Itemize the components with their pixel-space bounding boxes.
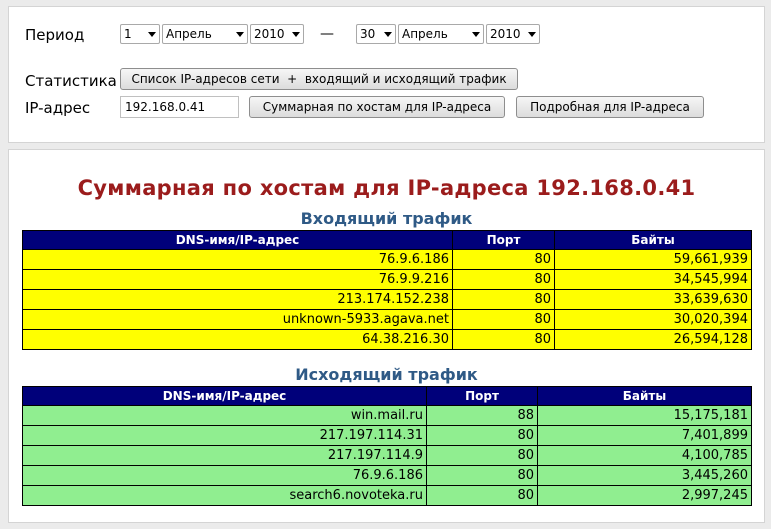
host-cell: search6.novoteka.ru bbox=[22, 485, 427, 506]
table-row: unknown-5933.agava.net 80 30,020,394 bbox=[22, 309, 752, 330]
table-header-row: DNS-имя/IP-адрес Порт Байты bbox=[22, 386, 752, 406]
table-row: search6.novoteka.ru 80 2,997,245 bbox=[22, 485, 752, 506]
chevron-down-icon bbox=[148, 32, 156, 37]
port-cell: 80 bbox=[452, 329, 555, 350]
bytes-cell: 33,639,630 bbox=[554, 289, 752, 310]
table-row: 217.197.114.31 80 7,401,899 bbox=[22, 425, 752, 446]
table-header-row: DNS-имя/IP-адрес Порт Байты bbox=[22, 230, 752, 250]
port-cell: 80 bbox=[426, 445, 538, 466]
filter-panel: Период 1 Апрель 2010 — 30 Апрель 2010 Ст… bbox=[8, 6, 765, 143]
from-month-select[interactable]: Апрель bbox=[162, 24, 248, 44]
bytes-cell: 34,545,994 bbox=[554, 269, 752, 290]
outgoing-title: Исходящий трафик bbox=[295, 365, 478, 384]
host-cell: 64.38.216.30 bbox=[22, 329, 453, 350]
host-cell: 76.9.9.216 bbox=[22, 269, 453, 290]
bytes-cell: 3,445,260 bbox=[537, 465, 752, 486]
to-day-value: 30 bbox=[360, 27, 376, 41]
chevron-down-icon bbox=[528, 32, 536, 37]
host-cell: 213.174.152.238 bbox=[22, 289, 453, 310]
table-row: 64.38.216.30 80 26,594,128 bbox=[22, 329, 752, 350]
to-year-value: 2010 bbox=[490, 27, 521, 41]
report-title: Суммарная по хостам для IP-адреса 192.16… bbox=[77, 176, 696, 200]
from-day-value: 1 bbox=[124, 27, 132, 41]
bytes-cell: 7,401,899 bbox=[537, 425, 752, 446]
bytes-cell: 26,594,128 bbox=[554, 329, 752, 350]
period-label: Период bbox=[25, 26, 85, 44]
port-cell: 80 bbox=[452, 249, 555, 270]
host-cell: win.mail.ru bbox=[22, 405, 427, 426]
host-cell: 76.9.6.186 bbox=[22, 465, 427, 486]
table-row: 217.197.114.9 80 4,100,785 bbox=[22, 445, 752, 466]
port-cell: 80 bbox=[426, 485, 538, 506]
incoming-title: Входящий трафик bbox=[300, 209, 473, 228]
to-day-select[interactable]: 30 bbox=[356, 24, 396, 44]
port-cell: 80 bbox=[452, 309, 555, 330]
outgoing-table: DNS-имя/IP-адрес Порт Байты win.mail.ru … bbox=[22, 386, 752, 506]
to-month-value: Апрель bbox=[402, 27, 448, 41]
ip-label: IP-адрес bbox=[25, 99, 91, 117]
from-year-value: 2010 bbox=[254, 27, 285, 41]
incoming-table: DNS-имя/IP-адрес Порт Байты 76.9.6.186 8… bbox=[22, 230, 752, 350]
col-port-header: Порт bbox=[452, 230, 555, 250]
table-row: 76.9.6.186 80 3,445,260 bbox=[22, 465, 752, 486]
table-row: 213.174.152.238 80 33,639,630 bbox=[22, 289, 752, 310]
from-year-select[interactable]: 2010 bbox=[250, 24, 304, 44]
port-cell: 80 bbox=[426, 425, 538, 446]
port-cell: 88 bbox=[426, 405, 538, 426]
from-day-select[interactable]: 1 bbox=[120, 24, 160, 44]
bytes-cell: 4,100,785 bbox=[537, 445, 752, 466]
bytes-cell: 30,020,394 bbox=[554, 309, 752, 330]
col-host-header: DNS-имя/IP-адрес bbox=[22, 230, 453, 250]
detailed-report-button[interactable]: Подробная для IP-адреса bbox=[516, 96, 704, 118]
period-dash: — bbox=[320, 26, 334, 42]
to-year-select[interactable]: 2010 bbox=[486, 24, 540, 44]
network-ip-list-button[interactable]: Список IP-адресов сети + входящий и исхо… bbox=[120, 68, 518, 90]
port-cell: 80 bbox=[426, 465, 538, 486]
report-panel: Суммарная по хостам для IP-адреса 192.16… bbox=[8, 149, 765, 523]
stats-label: Статистика bbox=[25, 72, 117, 90]
table-row: win.mail.ru 88 15,175,181 bbox=[22, 405, 752, 426]
col-bytes-header: Байты bbox=[554, 230, 752, 250]
col-bytes-header: Байты bbox=[537, 386, 752, 406]
ip-address-input[interactable]: 192.168.0.41 bbox=[120, 96, 239, 118]
host-cell: 217.197.114.31 bbox=[22, 425, 427, 446]
summary-by-hosts-button[interactable]: Суммарная по хостам для IP-адреса bbox=[249, 96, 505, 118]
col-port-header: Порт bbox=[426, 386, 538, 406]
to-month-select[interactable]: Апрель bbox=[398, 24, 484, 44]
host-cell: unknown-5933.agava.net bbox=[22, 309, 453, 330]
from-month-value: Апрель bbox=[166, 27, 212, 41]
bytes-cell: 59,661,939 bbox=[554, 249, 752, 270]
chevron-down-icon bbox=[472, 32, 480, 37]
bytes-cell: 2,997,245 bbox=[537, 485, 752, 506]
chevron-down-icon bbox=[236, 32, 244, 37]
host-cell: 76.9.6.186 bbox=[22, 249, 453, 270]
table-row: 76.9.6.186 80 59,661,939 bbox=[22, 249, 752, 270]
bytes-cell: 15,175,181 bbox=[537, 405, 752, 426]
host-cell: 217.197.114.9 bbox=[22, 445, 427, 466]
chevron-down-icon bbox=[292, 32, 300, 37]
chevron-down-icon bbox=[384, 32, 392, 37]
col-host-header: DNS-имя/IP-адрес bbox=[22, 386, 427, 406]
table-row: 76.9.9.216 80 34,545,994 bbox=[22, 269, 752, 290]
port-cell: 80 bbox=[452, 269, 555, 290]
port-cell: 80 bbox=[452, 289, 555, 310]
